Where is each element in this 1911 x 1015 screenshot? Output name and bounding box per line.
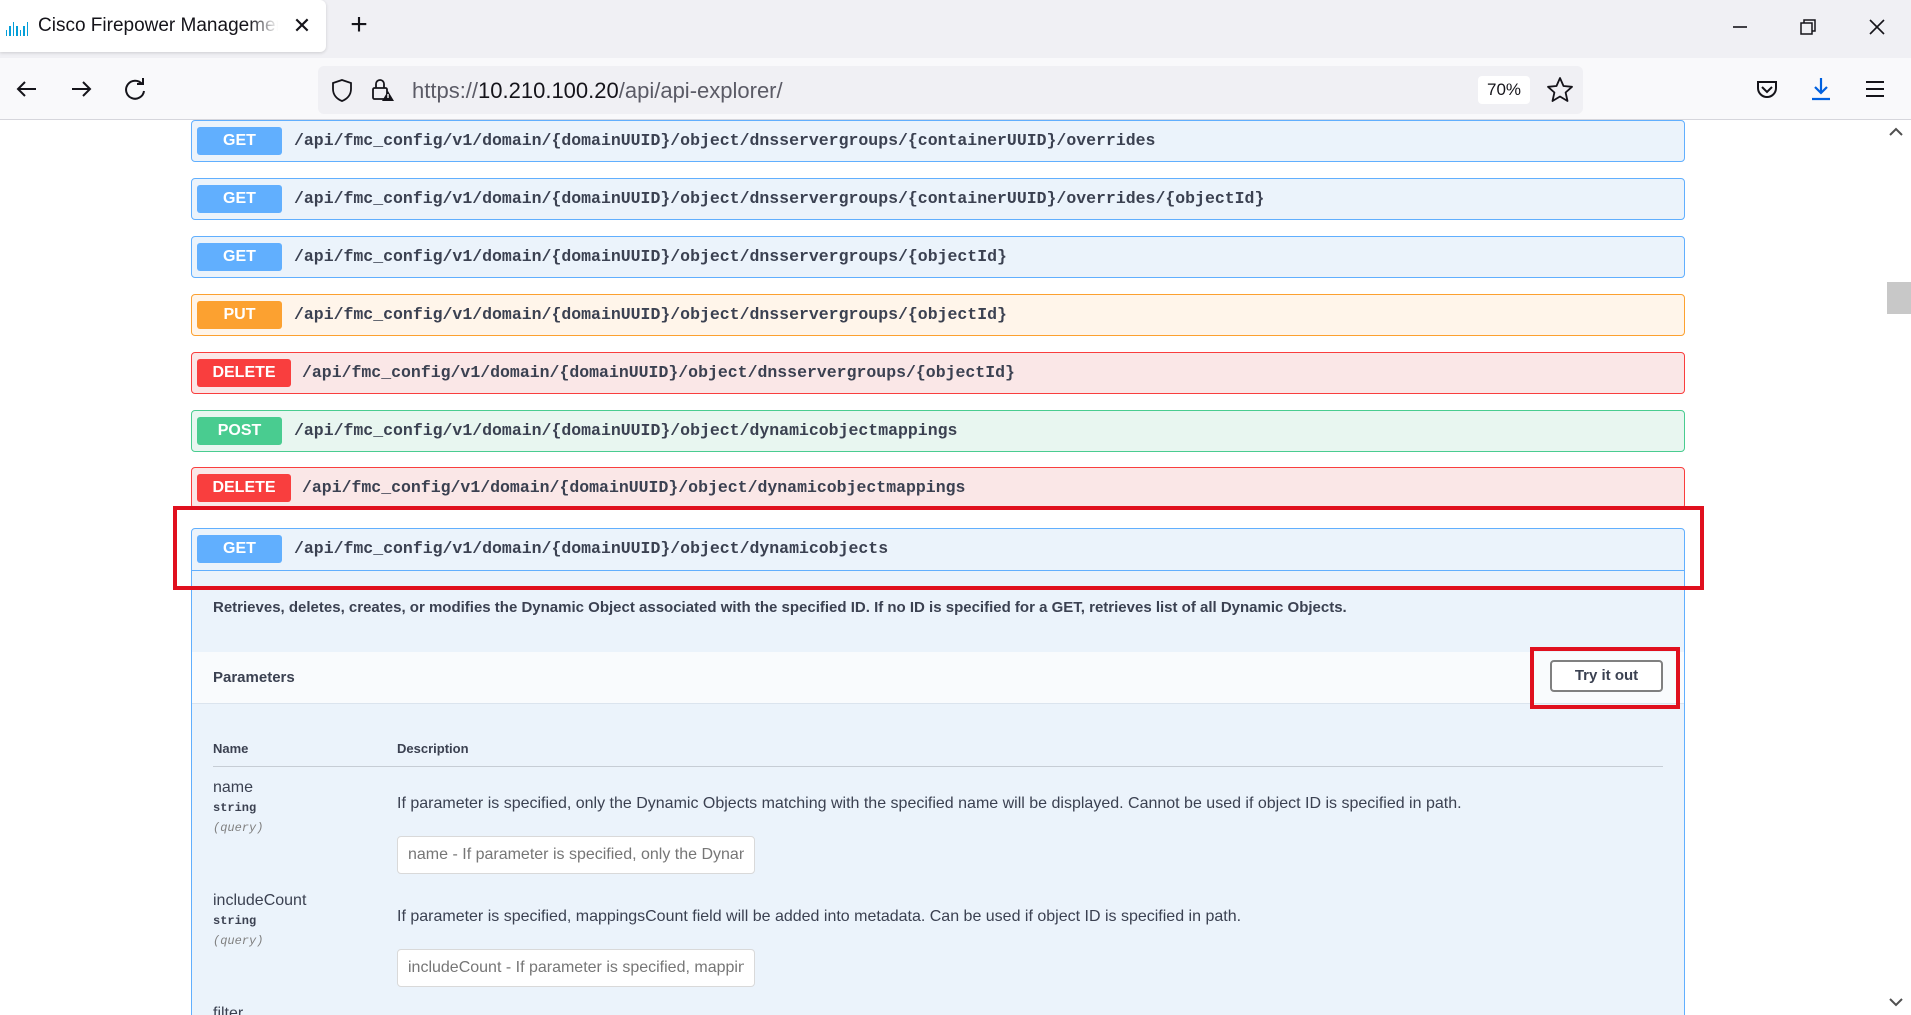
highlight-box-try-button: [1530, 647, 1680, 709]
param-location: (query): [213, 821, 264, 835]
page-scrollbar[interactable]: [1880, 120, 1911, 1015]
param-name: includeCount: [213, 892, 307, 909]
url-path: /api/api-explorer/: [618, 78, 783, 103]
param-type: string: [213, 914, 257, 928]
tab-title: Cisco Firepower Management Center: [38, 15, 278, 36]
opblock-get-overrides-objectid[interactable]: GET /api/fmc_config/v1/domain/{domainUUI…: [191, 178, 1685, 220]
operation-path: /api/fmc_config/v1/domain/{domainUUID}/o…: [294, 421, 958, 440]
scroll-down-icon[interactable]: [1884, 992, 1908, 1012]
opblock-put-dnsservergroup[interactable]: PUT /api/fmc_config/v1/domain/{domainUUI…: [191, 294, 1685, 336]
restore-icon[interactable]: [1793, 12, 1823, 42]
param-name: name: [213, 779, 254, 796]
url-text[interactable]: https://10.210.100.20/api/api-explorer/: [412, 78, 783, 104]
scrollbar-thumb[interactable]: [1887, 282, 1911, 314]
opblock-get-dnsservergroup[interactable]: GET /api/fmc_config/v1/domain/{domainUUI…: [191, 236, 1685, 278]
operation-path: /api/fmc_config/v1/domain/{domainUUID}/o…: [302, 363, 1015, 382]
param-name: filter: [213, 1005, 244, 1015]
name-param-input[interactable]: [397, 836, 755, 874]
menu-icon[interactable]: [1858, 72, 1892, 106]
highlight-box-endpoint: [173, 506, 1704, 590]
minimize-icon[interactable]: [1725, 12, 1755, 42]
tab-close-icon[interactable]: ✕: [290, 14, 314, 38]
url-scheme: https://: [412, 78, 479, 103]
cisco-logo-icon: [6, 18, 28, 36]
method-badge: GET: [197, 243, 282, 271]
operation-path: /api/fmc_config/v1/domain/{domainUUID}/o…: [294, 247, 1007, 266]
table-divider: [213, 766, 1663, 767]
browser-tab[interactable]: Cisco Firepower Management Center ✕: [0, 0, 326, 52]
param-type: string: [213, 801, 257, 815]
opblock-get-dynamicobjects-expanded: GET /api/fmc_config/v1/domain/{domainUUI…: [191, 528, 1685, 1015]
opblock-delete-dnsservergroup[interactable]: DELETE /api/fmc_config/v1/domain/{domain…: [191, 352, 1685, 394]
method-badge: GET: [197, 185, 282, 213]
back-arrow-icon[interactable]: [10, 72, 44, 106]
bookmark-star-icon[interactable]: [1544, 74, 1576, 106]
parameters-header: Parameters Try it out: [192, 652, 1684, 704]
zoom-level-badge[interactable]: 70%: [1478, 76, 1530, 104]
opblock-delete-dynamicobjectmappings[interactable]: DELETE /api/fmc_config/v1/domain/{domain…: [191, 467, 1685, 509]
opblock-get-overrides[interactable]: GET /api/fmc_config/v1/domain/{domainUUI…: [191, 120, 1685, 162]
lock-warning-icon[interactable]: [368, 76, 396, 104]
column-header-description: Description: [397, 741, 469, 756]
param-description: If parameter is specified, only the Dyna…: [397, 795, 1462, 812]
method-badge: DELETE: [197, 474, 291, 502]
method-badge: PUT: [197, 301, 282, 329]
operation-path: /api/fmc_config/v1/domain/{domainUUID}/o…: [294, 131, 1156, 150]
shield-icon[interactable]: [328, 76, 356, 104]
method-badge: GET: [197, 127, 282, 155]
url-host: 10.210.100.20: [478, 78, 619, 103]
column-header-name: Name: [213, 741, 249, 756]
includecount-param-input[interactable]: [397, 949, 755, 987]
method-badge: POST: [197, 417, 282, 445]
param-location: (query): [213, 934, 264, 948]
browser-tab-bar: Cisco Firepower Management Center ✕ +: [0, 0, 1911, 58]
close-icon[interactable]: [1862, 12, 1892, 42]
scroll-up-icon[interactable]: [1884, 122, 1908, 142]
operation-path: /api/fmc_config/v1/domain/{domainUUID}/o…: [294, 189, 1265, 208]
operation-description: Retrieves, deletes, creates, or modifies…: [213, 599, 1347, 616]
method-badge: DELETE: [197, 359, 291, 387]
parameters-title: Parameters: [213, 669, 295, 686]
download-icon[interactable]: [1804, 72, 1838, 106]
forward-arrow-icon[interactable]: [64, 72, 98, 106]
pocket-icon[interactable]: [1750, 72, 1784, 106]
new-tab-icon[interactable]: +: [344, 10, 374, 40]
opblock-post-dynamicobjectmappings[interactable]: POST /api/fmc_config/v1/domain/{domainUU…: [191, 410, 1685, 452]
operation-path: /api/fmc_config/v1/domain/{domainUUID}/o…: [294, 305, 1007, 324]
operation-path: /api/fmc_config/v1/domain/{domainUUID}/o…: [302, 478, 966, 497]
param-description: If parameter is specified, mappingsCount…: [397, 908, 1242, 925]
reload-icon[interactable]: [118, 72, 152, 106]
